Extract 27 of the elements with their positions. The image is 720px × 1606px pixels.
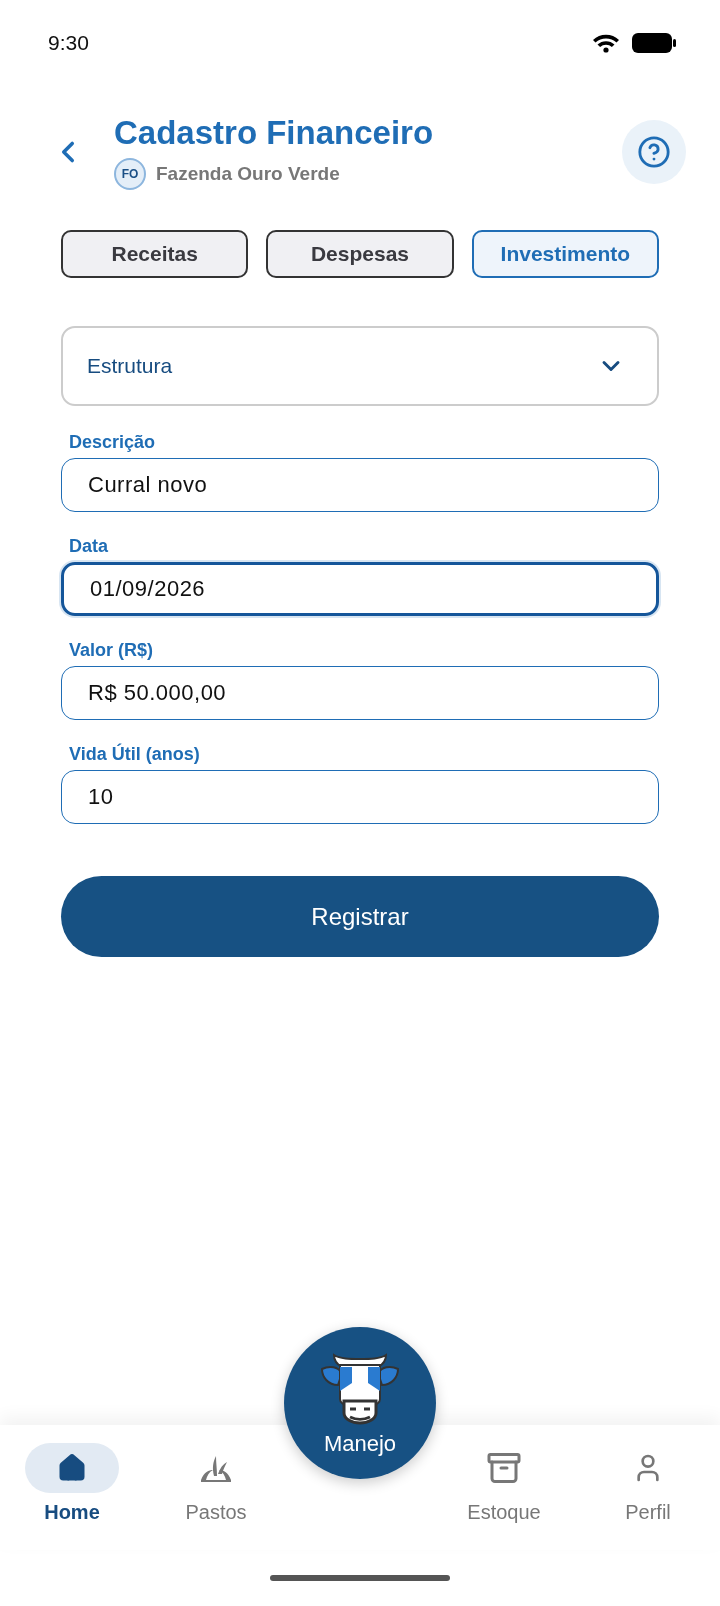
category-tab[interactable]: Investimento <box>471 230 659 278</box>
input-field[interactable]: 10 <box>61 770 659 824</box>
help-icon <box>637 135 671 169</box>
field-label: Descrição <box>68 432 156 453</box>
input-field[interactable]: 01/09/2026 <box>61 562 659 616</box>
field-label: Data <box>68 536 108 557</box>
category-tab[interactable]: Receitas <box>61 230 249 278</box>
register-button[interactable]: Registrar <box>61 876 659 957</box>
category-tab[interactable]: Despesas <box>266 230 454 278</box>
input-field[interactable]: Curral novo <box>61 458 659 512</box>
nav-tab[interactable]: Estoque <box>457 1443 551 1524</box>
category-dropdown[interactable]: Estrutura <box>61 326 659 406</box>
page-title: Cadastro Financeiro <box>114 114 435 152</box>
field-label: Vida Útil (anos) <box>68 744 200 765</box>
grass-icon <box>199 1454 233 1482</box>
input-field[interactable]: R$ 50.000,00 <box>61 666 659 720</box>
farm-avatar: FO <box>114 158 146 190</box>
home-icon <box>57 1453 87 1483</box>
farm-name: Fazenda Ouro Verde <box>156 163 340 185</box>
status-time: 9:30 <box>48 31 89 55</box>
archive-icon <box>486 1450 522 1486</box>
nav-tab[interactable]: Pastos <box>169 1443 263 1524</box>
field-label: Valor (R$) <box>68 640 154 661</box>
wifi-icon <box>592 33 620 53</box>
manejo-button[interactable]: Manejo <box>284 1327 436 1479</box>
battery-icon <box>632 33 676 53</box>
nav-tab[interactable]: Perfil <box>601 1443 695 1524</box>
